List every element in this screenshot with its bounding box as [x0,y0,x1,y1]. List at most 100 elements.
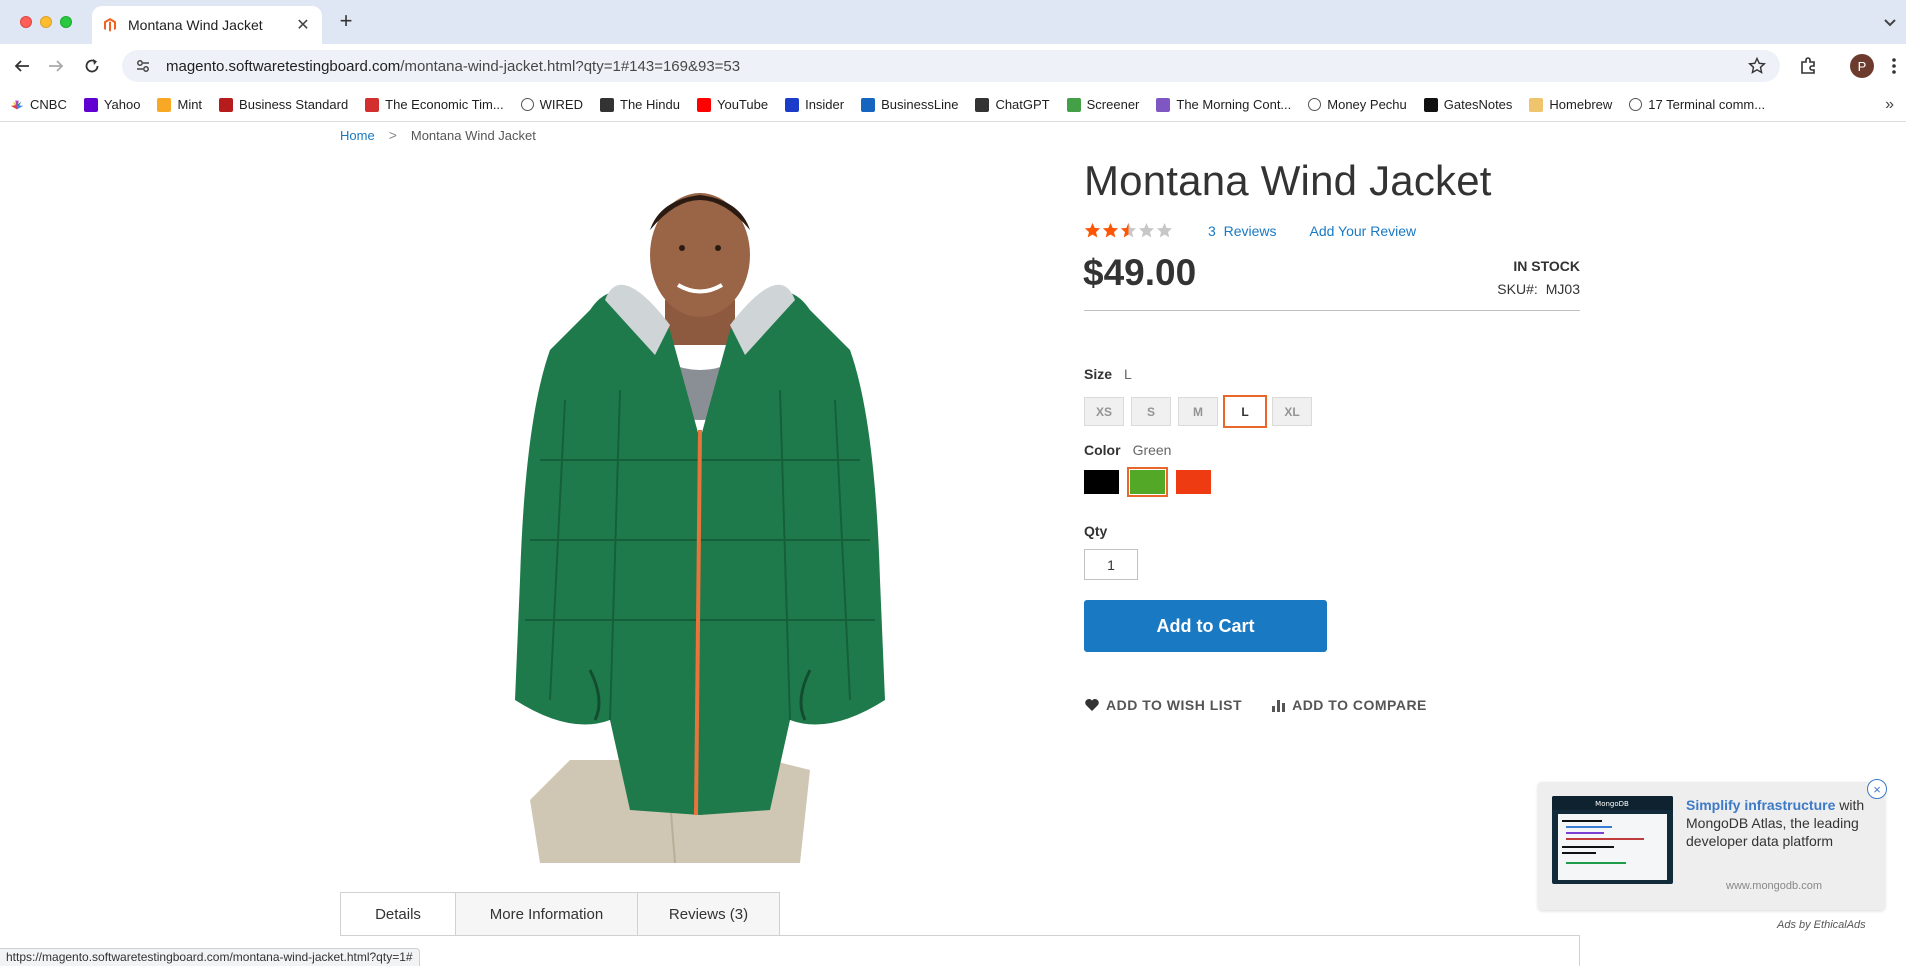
extensions-puzzle-icon[interactable] [1798,56,1818,76]
bookmark-label: BusinessLine [881,97,959,112]
ad-headline[interactable]: Simplify infrastructure [1686,797,1835,813]
screener-icon [1066,97,1081,112]
bookmark-label: GatesNotes [1443,97,1513,112]
gatesnotes-icon [1423,97,1438,112]
the-hindu-icon [600,97,614,112]
bookmark-label: Yahoo [103,97,141,112]
bookmark-item[interactable]: BusinessLine [861,97,958,112]
bookmark-item[interactable]: Business Standard [219,97,348,112]
bookmark-label: Homebrew [1549,97,1613,112]
yahoo-icon [83,97,98,112]
browser-menu-kebab-icon[interactable] [1884,56,1904,76]
size-swatch-l[interactable]: L [1223,395,1267,428]
size-swatch-xs[interactable]: XS [1084,397,1124,426]
bookmark-item[interactable]: Mint [157,97,202,112]
rating-star-icon [1102,222,1119,238]
cnbc-icon [10,98,24,112]
bookmark-item[interactable]: WIRED [520,97,583,112]
window-close-button[interactable] [20,16,32,28]
bookmark-item[interactable]: Screener [1066,97,1139,112]
ads-by-ethicalads-link[interactable]: Ads by EthicalAds [1777,919,1866,931]
business-standard-icon [219,97,234,112]
bookmark-label: CNBC [30,97,67,112]
color-label: Color [1084,442,1121,458]
sku-label: SKU#: [1497,281,1538,297]
bookmark-item[interactable]: Homebrew [1529,97,1612,112]
economic-times-icon [365,97,380,112]
bookmark-item[interactable]: ChatGPT [975,97,1050,112]
product-sku: SKU#: MJ03 [1497,281,1580,297]
tab-reviews[interactable]: Reviews (3) [637,892,780,936]
qty-input[interactable] [1084,549,1138,580]
morning-context-icon [1156,97,1171,112]
rating-star-icon [1084,222,1101,238]
profile-avatar[interactable]: P [1850,54,1874,78]
reviews-label: Reviews [1223,222,1277,239]
add-to-cart-button[interactable]: Add to Cart [1084,600,1327,652]
product-info-tabs: Details More Information Reviews (3) [340,892,780,936]
reload-icon[interactable] [80,54,104,78]
bookmark-item[interactable]: CNBC [10,97,67,112]
ad-close-button[interactable]: × [1867,779,1887,799]
bookmark-item[interactable]: The Economic Tim... [365,97,504,112]
add-review-link[interactable]: Add Your Review [1309,223,1416,239]
ad-text[interactable]: Simplify infrastructure with MongoDB Atl… [1686,796,1876,850]
bookmark-item[interactable]: Yahoo [83,97,141,112]
ad-image-logo-text: MongoDB [1595,800,1629,808]
bookmark-item[interactable]: The Morning Cont... [1156,97,1291,112]
bookmark-item[interactable]: Money Pechu [1308,97,1407,112]
bookmark-star-icon[interactable] [1748,57,1766,75]
breadcrumb-home-link[interactable]: Home [340,128,375,143]
compare-label: ADD TO COMPARE [1292,697,1427,713]
bookmark-label: YouTube [716,97,769,112]
bookmark-label: Money Pechu [1327,97,1407,112]
magento-favicon-icon [104,18,116,32]
bookmark-item[interactable]: The Hindu [600,97,680,112]
size-swatch-m[interactable]: M [1178,397,1218,426]
bookmark-label: ChatGPT [995,97,1050,112]
bookmark-item[interactable]: 17 Terminal comm... [1629,97,1765,112]
add-to-compare-link[interactable]: ADD TO COMPARE [1270,697,1427,713]
size-swatch-s[interactable]: S [1131,397,1171,426]
size-option-label: Size L [1084,366,1132,382]
tab-more-information[interactable]: More Information [455,892,638,936]
color-swatch-red[interactable] [1176,470,1211,494]
ad-image[interactable]: MongoDB [1552,796,1673,884]
product-image[interactable] [470,160,930,863]
bookmark-label: WIRED [539,97,583,112]
size-label: Size [1084,366,1113,382]
add-to-wishlist-link[interactable]: ADD TO WISH LIST [1084,697,1242,713]
color-swatch-black[interactable] [1084,470,1119,494]
forward-arrow-icon[interactable] [44,54,68,78]
bookmarks-overflow-chevron-icon[interactable]: » [1885,96,1894,114]
color-swatch-green[interactable] [1127,467,1168,497]
rating-star-icon [1120,222,1137,238]
reviews-count: 3 [1208,222,1216,239]
size-swatch-xl[interactable]: XL [1272,397,1312,426]
address-bar[interactable]: magento.softwaretestingboard.com/montana… [122,50,1780,82]
bookmark-label: Mint [177,97,203,112]
tab-search-icon[interactable] [1880,12,1900,32]
new-tab-button[interactable]: + [334,10,358,34]
bookmark-item[interactable]: YouTube [696,97,769,112]
bookmark-item[interactable]: GatesNotes [1423,97,1513,112]
bookmarks-bar: CNBC Yahoo Mint Business Standard The Econom… [0,88,1906,122]
rating-stars [1084,222,1174,239]
browser-tab-active[interactable]: Montana Wind Jacket ✕ [92,6,322,44]
site-settings-icon[interactable] [134,57,152,75]
bookmark-item[interactable]: Insider [785,97,844,112]
ethical-ad[interactable]: MongoDB Simplify infrastructure with Mon… [1538,782,1885,910]
window-zoom-button[interactable] [60,16,72,28]
bookmark-label: Business Standard [239,97,349,112]
product-title: Montana Wind Jacket [1084,157,1492,204]
product-price: $49.00 [1083,252,1197,293]
back-arrow-icon[interactable] [10,54,34,78]
insider-icon [785,97,800,112]
bookmark-label: Insider [805,97,845,112]
product-rating-summary: 3 Reviews Add Your Review [1084,222,1449,239]
tab-close-icon[interactable]: ✕ [294,15,312,35]
tab-details[interactable]: Details [340,892,456,936]
color-option-label: Color Green [1084,442,1171,458]
reviews-link[interactable]: 3 Reviews [1208,223,1276,239]
window-minimize-button[interactable] [40,16,52,28]
